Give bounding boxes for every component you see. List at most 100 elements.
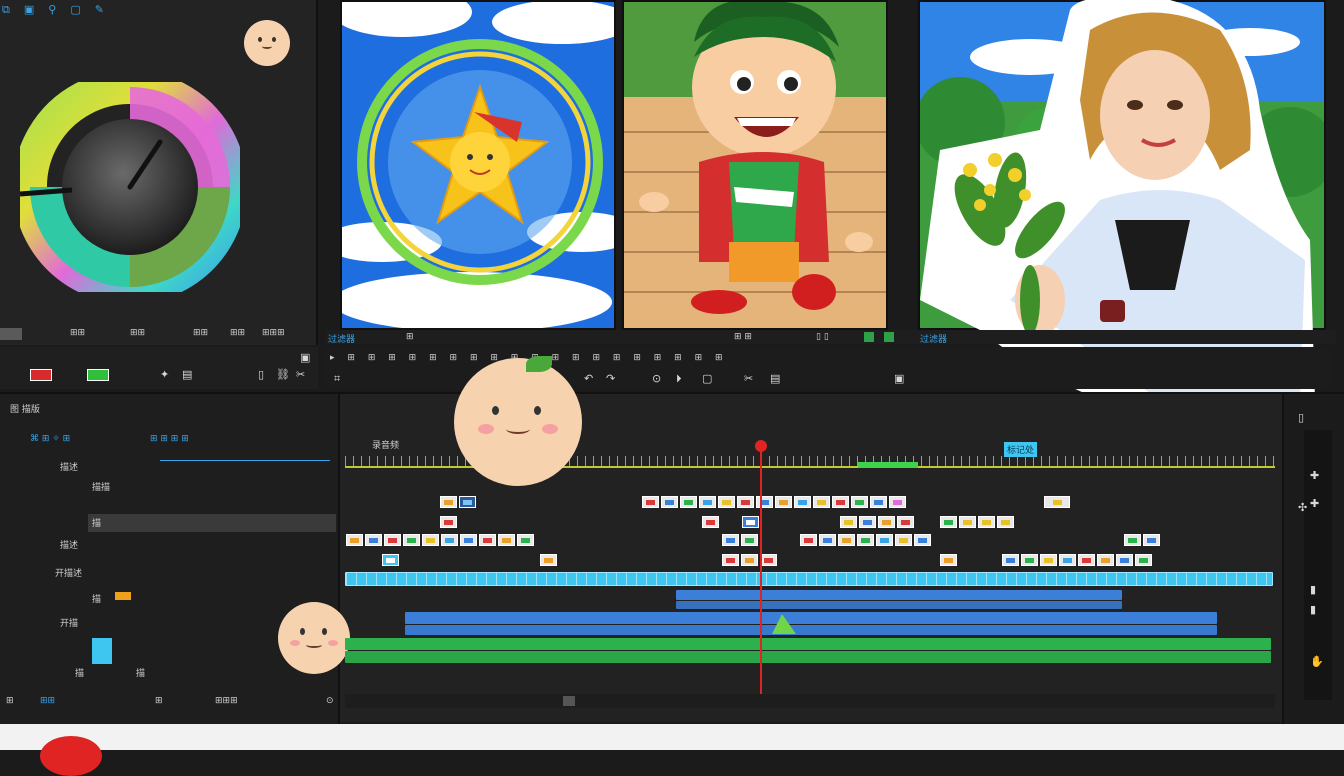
clip[interactable] xyxy=(702,516,719,528)
play-icon[interactable]: ▸ xyxy=(330,353,335,363)
clip[interactable] xyxy=(997,516,1014,528)
marker-icon[interactable]: ▯ xyxy=(1298,412,1304,423)
clip[interactable] xyxy=(441,534,458,546)
grid-icon[interactable]: ▮ xyxy=(1310,604,1316,615)
redo-icon[interactable]: ↷ xyxy=(606,373,615,384)
timeline-track-blue[interactable] xyxy=(676,590,1122,600)
clip[interactable] xyxy=(940,516,957,528)
clip[interactable] xyxy=(540,554,557,566)
clip[interactable] xyxy=(1021,554,1038,566)
clip[interactable] xyxy=(840,516,857,528)
grid-icon[interactable]: ⊞⊞⊞ xyxy=(262,328,285,338)
clip[interactable] xyxy=(722,534,739,546)
track-row[interactable]: 开描 xyxy=(60,616,78,629)
clip[interactable] xyxy=(742,516,759,528)
search-icon[interactable]: ⚲ xyxy=(48,4,56,20)
clip[interactable] xyxy=(382,554,399,566)
clip[interactable] xyxy=(661,496,678,508)
grid-icon[interactable]: ⊞ xyxy=(409,353,417,363)
zoom-out-icon[interactable]: ✚ xyxy=(1310,498,1319,509)
expand-icon[interactable]: ▣ xyxy=(894,373,904,384)
timeline-track-blue[interactable] xyxy=(676,601,1122,609)
slider-handle[interactable] xyxy=(0,328,22,340)
grid-icon[interactable]: ⊞ xyxy=(613,353,621,363)
crop-icon[interactable]: ⌗ xyxy=(334,372,340,385)
trim-icon[interactable]: ✂ xyxy=(744,373,753,384)
layers-icon[interactable]: ▣ xyxy=(24,4,34,20)
frame-icon[interactable]: ▢ xyxy=(70,4,80,20)
grid-icon[interactable]: ⊞ xyxy=(347,353,355,363)
grid-icon[interactable]: ⊞⊞ xyxy=(130,328,145,338)
hand-icon[interactable]: ✋ xyxy=(1310,656,1324,667)
keyframe-marker[interactable] xyxy=(772,614,796,634)
record-icon[interactable]: ⊙ xyxy=(652,373,661,384)
clip[interactable] xyxy=(517,534,534,546)
record-indicator[interactable] xyxy=(40,736,102,776)
step-icon[interactable]: ⏵ xyxy=(676,373,682,384)
clip[interactable] xyxy=(1002,554,1019,566)
clip[interactable] xyxy=(384,534,401,546)
settings-icon[interactable]: ✦ xyxy=(160,369,169,380)
clip[interactable] xyxy=(498,534,515,546)
clip[interactable] xyxy=(838,534,855,546)
undo-icon[interactable]: ↶ xyxy=(584,373,593,384)
clip[interactable] xyxy=(699,496,716,508)
clip[interactable] xyxy=(914,534,931,546)
link-icon[interactable]: ⛓ xyxy=(276,369,290,380)
timeline-track-green[interactable] xyxy=(345,651,1271,663)
track-row[interactable]: 描述 xyxy=(60,460,78,473)
grid-icon[interactable]: ⊞ xyxy=(674,353,682,363)
clip[interactable] xyxy=(819,534,836,546)
play-button[interactable] xyxy=(87,369,109,381)
clip[interactable] xyxy=(479,534,496,546)
clip[interactable] xyxy=(440,516,457,528)
clip[interactable] xyxy=(878,516,895,528)
clip[interactable] xyxy=(940,554,957,566)
marker-label[interactable]: 标记处 xyxy=(1004,442,1038,457)
timeline-track-blue[interactable] xyxy=(405,625,1217,635)
clip[interactable] xyxy=(422,534,439,546)
clip[interactable] xyxy=(857,534,874,546)
grid-icon[interactable]: ▮ xyxy=(1310,584,1316,595)
edit-icon[interactable]: ✎ xyxy=(95,4,104,20)
clip[interactable] xyxy=(403,534,420,546)
grid-icon[interactable]: ⊞ xyxy=(388,353,396,363)
grid-icon[interactable]: ⊞ xyxy=(368,353,376,363)
scroll-thumb[interactable] xyxy=(563,696,575,706)
preview-sun[interactable] xyxy=(340,0,616,330)
grid-icon[interactable]: ⊞ xyxy=(633,353,641,363)
playhead[interactable] xyxy=(760,442,762,694)
save-icon[interactable]: ▤ xyxy=(770,373,780,384)
clip[interactable] xyxy=(642,496,659,508)
ruler-range[interactable] xyxy=(858,462,918,468)
image-icon[interactable]: ⧉ xyxy=(2,4,10,20)
playhead-handle[interactable] xyxy=(755,440,767,452)
clip[interactable] xyxy=(737,496,754,508)
split-icon[interactable]: ✣ xyxy=(1298,502,1307,513)
clip[interactable] xyxy=(1116,554,1133,566)
grid-icon[interactable]: ⊞ xyxy=(592,353,600,363)
clip[interactable] xyxy=(895,534,912,546)
clip[interactable] xyxy=(722,554,739,566)
clip[interactable] xyxy=(1135,554,1152,566)
track-row[interactable]: 描 xyxy=(136,666,145,679)
record-button[interactable] xyxy=(30,369,52,381)
frame-indicator[interactable] xyxy=(864,332,874,342)
grid-icon[interactable]: ⊞ xyxy=(470,353,478,363)
clip[interactable] xyxy=(1040,554,1057,566)
timeline-track-green[interactable] xyxy=(345,638,1271,650)
clip[interactable] xyxy=(1078,554,1095,566)
save-icon[interactable]: ▤ xyxy=(182,369,192,380)
expand-icon[interactable]: ▣ xyxy=(300,352,310,363)
track-row[interactable]: 描 xyxy=(92,516,101,529)
track-row-selected[interactable] xyxy=(88,514,336,532)
clip[interactable] xyxy=(741,554,758,566)
grid-icon[interactable]: ⊞⊞ xyxy=(70,328,85,338)
clip[interactable] xyxy=(1044,496,1070,508)
clip[interactable] xyxy=(365,534,382,546)
grid-icon[interactable]: ⊞ xyxy=(572,353,580,363)
clip[interactable] xyxy=(718,496,735,508)
clip[interactable] xyxy=(741,534,758,546)
clip[interactable] xyxy=(760,554,777,566)
track-row[interactable]: 描 xyxy=(92,592,101,605)
